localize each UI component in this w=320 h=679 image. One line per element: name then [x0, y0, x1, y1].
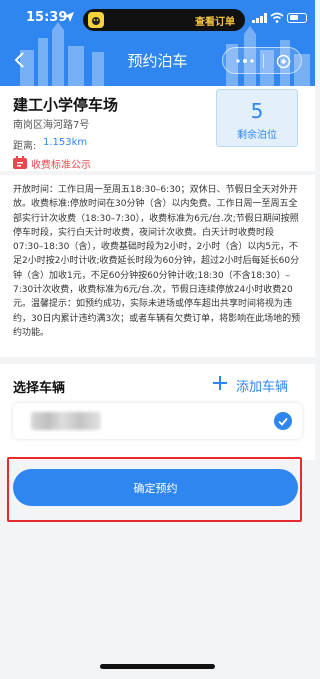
blurred-license-plate [31, 412, 101, 430]
rules-text: 开放时间：工作日周一至周五18:30–6:30；双休日、节假日全天对外开放。收费… [13, 185, 301, 338]
header-bar: 15:39 查看订单 预约泊车 [0, 0, 315, 86]
add-vehicle-button[interactable]: 添加车辆 [212, 375, 302, 395]
vehicle-option[interactable] [13, 403, 302, 439]
parking-lot-card: 建工小学停车场 南岗区海河路7号 距离: 1.153km 收费标准公示 5 剩余… [0, 86, 315, 171]
distance-label: 距离: [13, 141, 37, 152]
check-circle-icon[interactable] [274, 412, 292, 430]
vehicle-section: 选择车辆 添加车辆 [0, 364, 315, 460]
app-icon [88, 12, 104, 28]
lot-name: 建工小学停车场 [13, 96, 119, 114]
remaining-spots-label: 剩余泊位 [237, 130, 277, 141]
more-dots-icon[interactable] [236, 59, 254, 63]
close-target-icon[interactable] [276, 54, 291, 69]
remaining-spots-count: 5 [250, 99, 264, 123]
rules-panel: 开放时间：工作日周一至周五18:30–6:30；双休日、节假日全天对外开放。收费… [0, 175, 315, 357]
status-time: 15:39 [26, 10, 68, 25]
capsule-divider [263, 54, 264, 68]
nav-bar: 预约泊车 [0, 42, 315, 78]
add-vehicle-label: 添加车辆 [236, 380, 289, 395]
mini-program-capsule[interactable] [222, 47, 302, 74]
wifi-icon [270, 12, 284, 23]
fee-standard-icon[interactable] [13, 156, 27, 169]
plus-icon [213, 376, 227, 390]
location-arrow-icon [64, 12, 74, 22]
fee-standard-link[interactable]: 收费标准公示 [31, 156, 91, 171]
status-bar: 15:39 查看订单 [0, 8, 315, 31]
signal-icon [252, 13, 267, 23]
confirm-reservation-button[interactable]: 确定预约 [13, 469, 298, 506]
distance-value: 1.153km [43, 137, 88, 148]
vehicle-section-title: 选择车辆 [13, 381, 66, 396]
battery-icon [287, 13, 307, 23]
home-indicator [100, 664, 215, 669]
remaining-spots-box: 5 剩余泊位 [216, 89, 298, 147]
lot-address: 南岗区海河路7号 [13, 120, 90, 131]
dynamic-island[interactable]: 查看订单 [83, 9, 245, 31]
view-order-link[interactable]: 查看订单 [195, 13, 235, 28]
